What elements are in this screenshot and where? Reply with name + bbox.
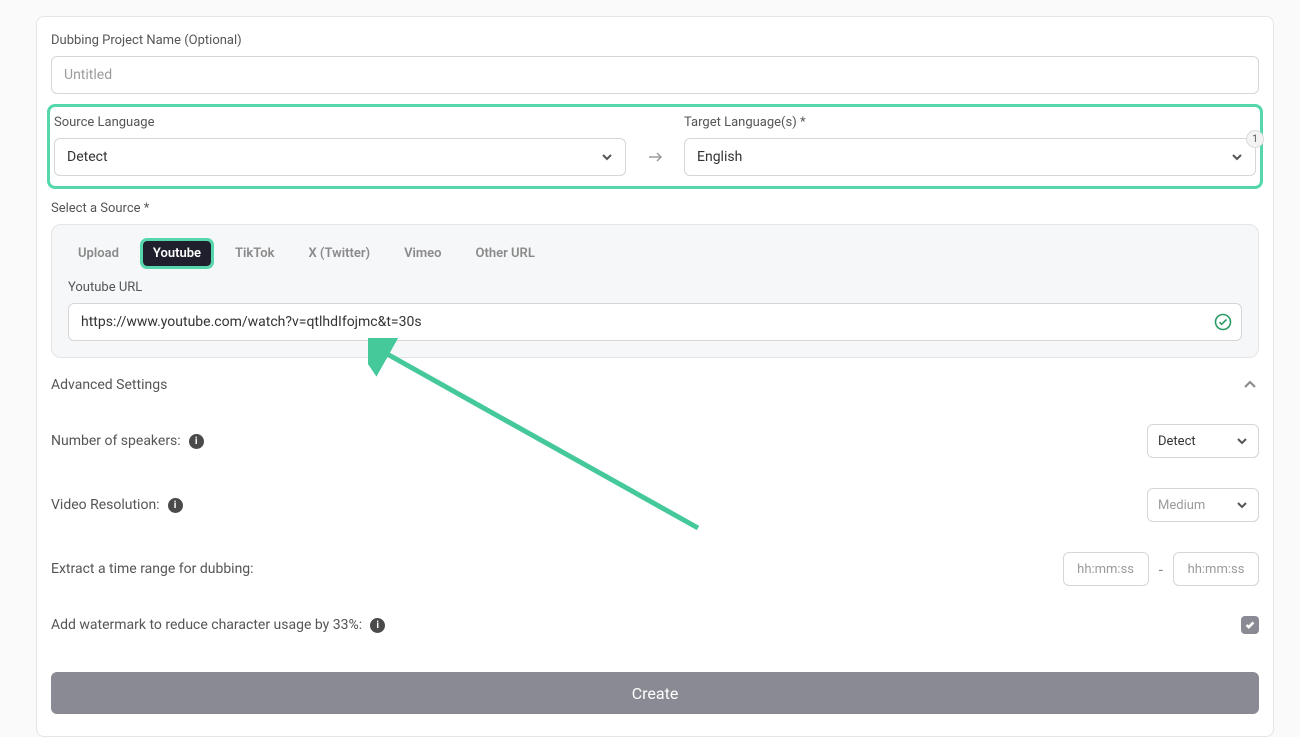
- time-separator: -: [1159, 560, 1163, 579]
- speakers-label: Number of speakers:: [51, 433, 181, 449]
- tab-tiktok[interactable]: TikTok: [225, 241, 284, 266]
- select-source-label: Select a Source *: [51, 201, 1259, 216]
- tab-vimeo[interactable]: Vimeo: [394, 241, 451, 266]
- tab-other-url[interactable]: Other URL: [466, 241, 545, 266]
- time-end-input[interactable]: [1173, 552, 1259, 586]
- arrow-right-icon: [640, 138, 670, 176]
- watermark-label: Add watermark to reduce character usage …: [51, 617, 362, 633]
- source-language-value: Detect: [67, 149, 108, 165]
- source-box: Upload Youtube TikTok X (Twitter) Vimeo …: [51, 224, 1259, 358]
- time-range-label: Extract a time range for dubbing:: [51, 561, 254, 577]
- target-language-select[interactable]: English: [684, 138, 1256, 176]
- chevron-down-icon: [1231, 151, 1243, 163]
- target-count-badge: 1: [1246, 130, 1264, 148]
- chevron-down-icon: [601, 151, 613, 163]
- language-highlight: Source Language Detect Target Language(s…: [47, 104, 1263, 189]
- advanced-settings-label: Advanced Settings: [51, 377, 167, 393]
- speakers-row: Number of speakers: i Detect: [51, 424, 1259, 458]
- create-button[interactable]: Create: [51, 672, 1259, 714]
- target-language-value: English: [697, 149, 742, 165]
- check-circle-icon: [1214, 313, 1232, 331]
- source-language-select[interactable]: Detect: [54, 138, 626, 176]
- info-icon[interactable]: i: [168, 498, 183, 513]
- resolution-label: Video Resolution:: [51, 497, 160, 513]
- target-language-label: Target Language(s) *: [684, 115, 1256, 130]
- chevron-down-icon: [1236, 499, 1248, 511]
- speakers-select[interactable]: Detect: [1147, 424, 1259, 458]
- time-range-row: Extract a time range for dubbing: -: [51, 552, 1259, 586]
- resolution-select[interactable]: Medium: [1147, 488, 1259, 522]
- watermark-row: Add watermark to reduce character usage …: [51, 616, 1259, 634]
- source-tabs: Upload Youtube TikTok X (Twitter) Vimeo …: [68, 241, 1242, 266]
- watermark-checkbox[interactable]: [1241, 616, 1259, 634]
- info-icon[interactable]: i: [370, 618, 385, 633]
- advanced-settings-header[interactable]: Advanced Settings: [51, 376, 1259, 394]
- source-language-label: Source Language: [54, 115, 626, 130]
- project-name-input[interactable]: [51, 56, 1259, 94]
- speakers-value: Detect: [1158, 434, 1196, 449]
- tab-x-twitter[interactable]: X (Twitter): [298, 241, 380, 266]
- tab-youtube[interactable]: Youtube: [143, 241, 211, 266]
- tab-upload[interactable]: Upload: [68, 241, 129, 266]
- project-name-label: Dubbing Project Name (Optional): [51, 33, 1259, 48]
- chevron-down-icon: [1236, 435, 1248, 447]
- info-icon[interactable]: i: [189, 434, 204, 449]
- source-language-col: Source Language Detect: [54, 113, 626, 176]
- dubbing-form: Dubbing Project Name (Optional) Source L…: [36, 16, 1274, 737]
- youtube-url-input[interactable]: [68, 303, 1242, 341]
- time-start-input[interactable]: [1063, 552, 1149, 586]
- resolution-value: Medium: [1158, 498, 1205, 513]
- target-language-col: Target Language(s) * English 1: [684, 113, 1256, 176]
- resolution-row: Video Resolution: i Medium: [51, 488, 1259, 522]
- youtube-url-label: Youtube URL: [68, 280, 1242, 295]
- chevron-up-icon: [1241, 376, 1259, 394]
